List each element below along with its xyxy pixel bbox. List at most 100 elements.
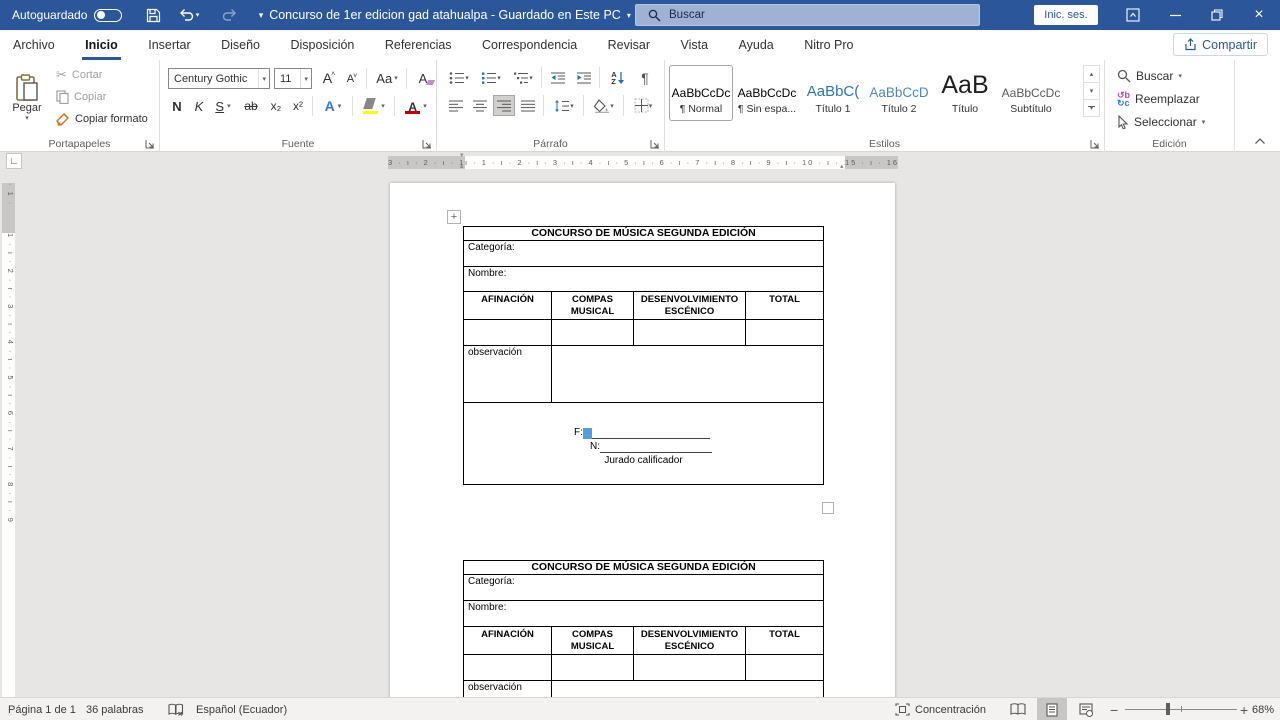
header-compas[interactable]: COMPAS MUSICAL xyxy=(552,292,634,320)
highlight-color-button[interactable]: ▾ xyxy=(358,96,390,116)
restore-button[interactable] xyxy=(1196,0,1238,30)
undo-dropdown-caret[interactable]: ▾ xyxy=(196,11,200,19)
zoom-out-button[interactable]: − xyxy=(1110,698,1118,720)
web-layout-button[interactable] xyxy=(1071,698,1101,720)
text-effects-button[interactable]: A▾ xyxy=(318,96,348,116)
zoom-in-button[interactable]: + xyxy=(1240,698,1248,720)
find-button[interactable]: Buscar ▾ xyxy=(1117,66,1182,86)
select-button[interactable]: Seleccionar ▾ xyxy=(1117,112,1205,132)
sign-in-button[interactable]: Inic. ses. xyxy=(1034,5,1098,25)
ruler-right-margin[interactable]: 15 · ı · 16 · ı · 17 xyxy=(845,156,898,169)
numbering-button[interactable]: ▾ xyxy=(477,67,505,88)
align-center-button[interactable] xyxy=(469,95,491,116)
tab-ayuda[interactable]: Ayuda xyxy=(726,30,787,60)
header-compas[interactable]: COMPAS MUSICAL xyxy=(552,627,634,655)
table-title-cell[interactable]: CONCURSO DE MÚSICA SEGUNDA EDICIÓN xyxy=(464,227,824,241)
tab-stop-selector[interactable]: ∟ xyxy=(6,153,22,169)
print-layout-button[interactable] xyxy=(1037,698,1067,720)
undo-button[interactable]: ▾ xyxy=(176,0,202,30)
borders-button[interactable]: ▾ xyxy=(627,95,659,116)
style-titulo[interactable]: AaB Título xyxy=(933,65,997,121)
categoria-cell[interactable]: Categoría: xyxy=(464,241,824,267)
minimize-button[interactable] xyxy=(1154,0,1196,30)
style-sin-espaciado[interactable]: AaBbCcDc ¶ Sin espa... xyxy=(735,65,799,121)
nombre-cell[interactable]: Nombre: xyxy=(464,267,824,292)
header-desenvolvimiento[interactable]: DESENVOLVIMIENTO ESCÉNICO xyxy=(634,292,746,320)
tab-vista[interactable]: Vista xyxy=(667,30,721,60)
score-cell[interactable] xyxy=(634,654,746,680)
observacion-label-cell[interactable]: observación xyxy=(464,345,552,402)
first-line-indent-marker[interactable]: ▾ xyxy=(460,153,464,159)
header-desenvolvimiento[interactable]: DESENVOLVIMIENTO ESCÉNICO xyxy=(634,627,746,655)
autosave-toggle[interactable]: Autoguardado xyxy=(12,0,122,30)
align-right-button[interactable] xyxy=(493,95,515,116)
parrafo-dialog-launcher-icon[interactable] xyxy=(650,139,660,149)
multilevel-list-button[interactable]: ▾ xyxy=(509,67,537,88)
ruler-body[interactable]: ı · 1 · ı · 2 · ı · 3 · ı · 4 · ı · 5 · … xyxy=(465,156,845,169)
tab-referencias[interactable]: Referencias xyxy=(372,30,465,60)
tab-diseno[interactable]: Diseño xyxy=(208,30,273,60)
hanging-indent-marker[interactable]: ▴ xyxy=(460,164,464,170)
grow-font-button[interactable]: A˄ xyxy=(318,67,340,89)
show-marks-button[interactable]: ¶ xyxy=(635,67,655,88)
header-total[interactable]: TOTAL xyxy=(746,292,824,320)
proofing-status-button[interactable] xyxy=(168,698,184,720)
replace-button[interactable]: ↺b↻c Reemplazar xyxy=(1117,89,1200,109)
format-painter-button[interactable]: Copiar formato xyxy=(56,110,148,128)
paste-button[interactable]: Pegar ▾ xyxy=(6,65,48,131)
decrease-indent-button[interactable] xyxy=(547,67,569,88)
ruler-left-margin[interactable]: 3 · ı · 2 · ı · 1 · ı xyxy=(388,156,465,169)
shading-button[interactable]: ▾ xyxy=(589,95,619,116)
underline-button[interactable]: S▾ xyxy=(210,96,236,116)
ribbon-display-options-button[interactable] xyxy=(1112,0,1154,30)
language-status[interactable]: Español (Ecuador) xyxy=(196,698,287,720)
nombre-cell[interactable]: Nombre: xyxy=(464,601,824,627)
document-page[interactable]: + CONCURSO DE MÚSICA SEGUNDA EDICIÓN Cat… xyxy=(390,183,895,697)
tab-correspondencia[interactable]: Correspondencia xyxy=(469,30,590,60)
signature-cell[interactable]: F: N: Jurado calificador xyxy=(464,402,824,484)
justify-button[interactable] xyxy=(517,95,539,116)
tab-nitro-pro[interactable]: Nitro Pro xyxy=(791,30,866,60)
align-left-button[interactable] xyxy=(445,95,467,116)
tab-insertar[interactable]: Insertar xyxy=(135,30,203,60)
search-input[interactable]: Buscar xyxy=(635,4,980,26)
increase-indent-button[interactable] xyxy=(573,67,595,88)
score-cell[interactable] xyxy=(464,654,552,680)
observacion-value-cell[interactable] xyxy=(552,345,824,402)
autosave-toggle-pill[interactable] xyxy=(94,9,122,22)
collapse-ribbon-button[interactable] xyxy=(1254,137,1266,145)
style-normal[interactable]: AaBbCcDc ¶ Normal xyxy=(669,65,733,121)
change-case-button[interactable]: Aa▾ xyxy=(372,67,402,89)
styles-gallery-more-button[interactable]: ▾ xyxy=(1083,99,1100,117)
strikethrough-button[interactable]: ab xyxy=(240,96,262,116)
italic-button[interactable]: K xyxy=(190,96,208,116)
table-resize-handle[interactable] xyxy=(822,502,834,514)
table-move-handle[interactable]: + xyxy=(447,210,461,224)
font-family-select[interactable]: Century Gothic ▾ xyxy=(168,68,270,89)
style-subtitulo[interactable]: AaBbCcDc Subtítulo xyxy=(999,65,1063,121)
tab-disposicion[interactable]: Disposición xyxy=(277,30,367,60)
share-button[interactable]: Compartir xyxy=(1173,33,1268,56)
observacion-value-cell[interactable] xyxy=(552,680,824,697)
estilos-dialog-launcher-icon[interactable] xyxy=(1090,139,1100,149)
score-table-1[interactable]: CONCURSO DE MÚSICA SEGUNDA EDICIÓN Categ… xyxy=(463,226,824,485)
save-button[interactable] xyxy=(140,0,166,30)
sort-button[interactable]: AZ xyxy=(605,67,631,88)
line-spacing-button[interactable]: ▾ xyxy=(549,95,579,116)
word-count[interactable]: 36 palabras xyxy=(86,698,144,720)
page-count[interactable]: Página 1 de 1 xyxy=(8,698,76,720)
focus-mode-button[interactable]: Concentración xyxy=(895,698,986,720)
paste-dropdown-caret[interactable]: ▾ xyxy=(25,114,29,122)
document-area[interactable]: + CONCURSO DE MÚSICA SEGUNDA EDICIÓN Cat… xyxy=(0,175,1280,697)
score-cell[interactable] xyxy=(552,654,634,680)
styles-scroll-up-button[interactable]: ▴ xyxy=(1083,65,1100,83)
header-afinacion[interactable]: AFINACIÓN xyxy=(464,292,552,320)
subscript-button[interactable]: x₂ xyxy=(266,96,286,116)
score-cell[interactable] xyxy=(746,319,824,345)
score-cell[interactable] xyxy=(464,319,552,345)
header-total[interactable]: TOTAL xyxy=(746,627,824,655)
categoria-cell[interactable]: Categoría: xyxy=(464,575,824,601)
tab-inicio[interactable]: Inicio xyxy=(72,30,131,60)
score-cell[interactable] xyxy=(552,319,634,345)
observacion-label-cell[interactable]: observación xyxy=(464,680,552,697)
